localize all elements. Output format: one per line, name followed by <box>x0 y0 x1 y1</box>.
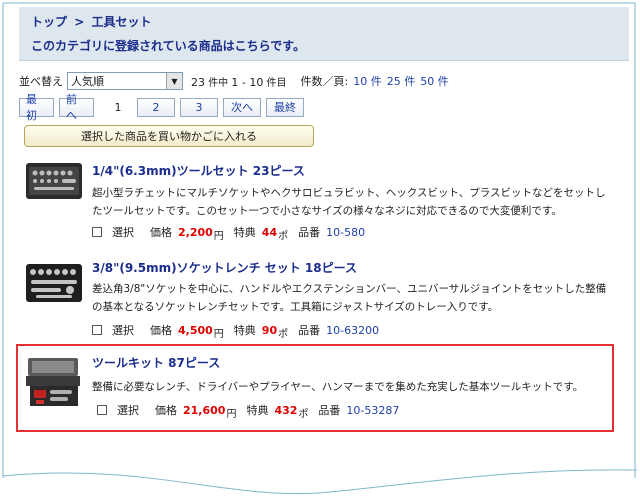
page-subtitle: このカテゴリに登録されている商品はこちらです。 <box>31 39 306 53</box>
select-label: 選択 <box>117 404 139 417</box>
product-item: ツールキット 87ピース 整備に必要なレンチ、ドライバーやプライヤー、ハンマーま… <box>19 346 616 432</box>
count-total: 23 <box>191 75 205 89</box>
select-checkbox[interactable] <box>97 405 107 415</box>
yen-unit: 円 <box>213 328 224 340</box>
product-meta: 選択 価格 4,500 円 特典 90 ポ 品番 10-63200 <box>92 322 380 340</box>
price-value: 21,600 <box>183 403 226 417</box>
price-label: 価格 <box>150 324 172 337</box>
page-2-button[interactable]: 2 <box>137 97 175 117</box>
product-code: 10-53287 <box>346 403 400 417</box>
code-label: 品番 <box>298 226 321 239</box>
bonus-label: 特典 <box>246 404 269 417</box>
product-code: 10-63200 <box>326 323 380 337</box>
product-description: 差込角3/8"ソケットを中心に、ハンドルやエクステンションバー、ユニバーサルジョ… <box>92 283 607 313</box>
bonus-value: 44 <box>261 225 278 239</box>
select-checkbox[interactable] <box>92 325 102 335</box>
price-value: 4,500 <box>178 323 213 337</box>
price-label: 価格 <box>150 226 172 239</box>
product-meta: 選択 価格 2,200 円 特典 44 ポ 品番 10-580 <box>92 224 366 242</box>
select-label: 選択 <box>112 226 134 239</box>
sort-selected-value: 人気順 <box>71 75 104 88</box>
page-frame: トップ > 工具セット このカテゴリに登録されている商品はこちらです。 並べ替え… <box>0 0 640 500</box>
product-title-link[interactable]: ツールキット 87ピース <box>92 354 220 371</box>
count-mid: 件中 <box>208 77 229 89</box>
breadcrumb-separator: > <box>74 15 85 29</box>
page-curl-footer <box>2 469 638 495</box>
bonus-label: 特典 <box>233 226 256 239</box>
product-description: 整備に必要なレンチ、ドライバーやプライヤー、ハンマーまでを集めた充実した基本ツー… <box>92 381 584 393</box>
last-page-button[interactable]: 最終 <box>266 97 304 117</box>
count-range: 1 - 10 <box>231 75 264 89</box>
product-code: 10-580 <box>326 225 366 239</box>
product-item: 3/8"(9.5mm)ソケットレンチ セット 18ピース 差込角3/8"ソケット… <box>19 252 616 342</box>
count-end: 件目 <box>266 77 287 89</box>
prev-page-button[interactable]: 前へ <box>59 93 94 122</box>
per-page-10-link[interactable]: 10 件 <box>353 73 382 89</box>
product-title-link[interactable]: 3/8"(9.5mm)ソケットレンチ セット 18ピース <box>92 259 357 276</box>
sort-label: 並べ替え <box>19 75 63 88</box>
sort-select[interactable]: 人気順 ▼ <box>67 72 183 90</box>
point-unit: ポ <box>278 230 289 242</box>
per-page-50-link[interactable]: 50 件 <box>420 73 449 89</box>
category-header: トップ > 工具セット このカテゴリに登録されている商品はこちらです。 <box>19 7 629 61</box>
product-thumbnail-image[interactable] <box>26 262 82 304</box>
breadcrumb: トップ > 工具セット <box>31 13 151 30</box>
result-count: 23 件中 1 - 10 件目 <box>191 74 287 89</box>
yen-unit: 円 <box>213 230 224 242</box>
per-page-label: 件数／頁: <box>300 75 349 88</box>
yen-unit: 円 <box>226 408 237 420</box>
product-meta: 選択 価格 21,600 円 特典 432 ポ 品番 10-53287 <box>97 402 400 420</box>
product-thumbnail-image[interactable] <box>26 159 82 201</box>
product-description: 超小型ラチェットにマルチソケットやヘクサロビュラビット、ヘックスビット、プラスビ… <box>92 187 606 217</box>
dropdown-arrow-icon[interactable]: ▼ <box>166 73 182 89</box>
price-value: 2,200 <box>178 225 213 239</box>
code-label: 品番 <box>318 404 341 417</box>
point-unit: ポ <box>278 328 289 340</box>
breadcrumb-current: 工具セット <box>91 15 152 29</box>
select-label: 選択 <box>112 324 134 337</box>
breadcrumb-home[interactable]: トップ <box>31 15 67 29</box>
bonus-value: 90 <box>261 323 278 337</box>
bonus-label: 特典 <box>233 324 256 337</box>
per-page-25-link[interactable]: 25 件 <box>387 73 416 89</box>
product-title-link[interactable]: 1/4"(6.3mm)ツールセット 23ピース <box>92 162 305 179</box>
code-label: 品番 <box>298 324 321 337</box>
price-label: 価格 <box>155 404 177 417</box>
pagination: 最初 前へ 1 2 3 次へ 最終 <box>19 93 309 122</box>
point-unit: ポ <box>298 408 309 420</box>
first-page-button[interactable]: 最初 <box>19 93 54 122</box>
add-selected-to-cart-button[interactable]: 選択した商品を買い物かごに入れる <box>24 125 314 147</box>
current-page: 1 <box>114 100 122 114</box>
next-page-button[interactable]: 次へ <box>223 97 261 117</box>
page-3-button[interactable]: 3 <box>180 97 218 117</box>
product-thumbnail-image[interactable] <box>26 354 82 412</box>
sort-bar: 並べ替え 人気順 ▼ 23 件中 1 - 10 件目 件数／頁: 10 件 25… <box>19 72 449 90</box>
select-checkbox[interactable] <box>92 227 102 237</box>
product-item: 1/4"(6.3mm)ツールセット 23ピース 超小型ラチェットにマルチソケット… <box>19 156 616 246</box>
bonus-value: 432 <box>274 403 298 417</box>
